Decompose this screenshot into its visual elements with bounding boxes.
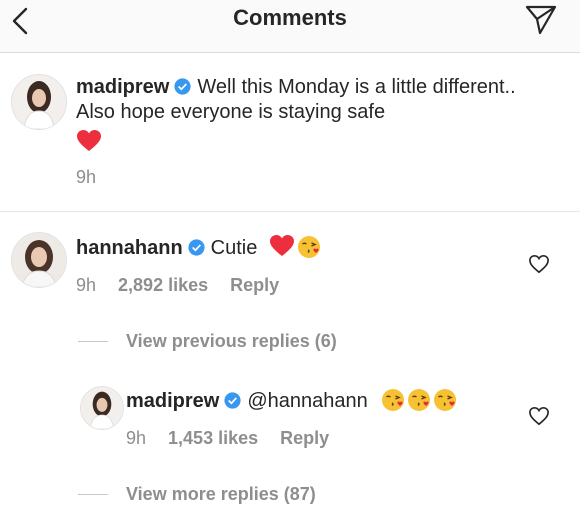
profile-photo-icon — [81, 387, 123, 429]
profile-photo-icon — [12, 233, 66, 287]
section-divider — [0, 211, 580, 212]
reply-time: 9h — [126, 428, 147, 448]
verified-badge-icon — [224, 392, 241, 409]
reply-text: madiprew @hannahann — [126, 388, 526, 414]
caption-text: madiprew Well this Monday is a little dif… — [76, 75, 556, 156]
caption-meta: 9h — [76, 166, 118, 188]
face-blowing-kiss-emoji-icon — [408, 389, 431, 411]
face-blowing-kiss-emoji-icon — [297, 236, 320, 258]
reply-meta: 9h 1,453 likes Reply — [126, 427, 351, 449]
reply-likes[interactable]: 1,453 likes — [168, 428, 258, 448]
caption-username[interactable]: madiprew — [76, 76, 169, 98]
caption-time: 9h — [76, 167, 97, 187]
profile-photo-icon — [12, 75, 66, 129]
heart-outline-icon[interactable] — [528, 254, 550, 274]
thread-line — [78, 341, 108, 342]
view-more-replies-button[interactable]: View more replies (87) — [126, 483, 316, 505]
red-heart-emoji-icon — [77, 130, 101, 151]
direct-send-icon[interactable] — [524, 2, 558, 36]
thread-line — [78, 494, 108, 495]
comment-text: hannahann Cutie — [76, 234, 496, 261]
red-heart-emoji-icon — [269, 235, 294, 256]
reply-body[interactable]: @hannahann — [247, 390, 367, 412]
reply-username[interactable]: madiprew — [126, 390, 219, 412]
face-blowing-kiss-emoji-icon — [382, 389, 405, 411]
comment-body: Cutie — [210, 237, 258, 259]
verified-badge-icon — [188, 239, 205, 256]
avatar[interactable] — [11, 232, 67, 288]
comment-likes[interactable]: 2,892 likes — [118, 275, 208, 295]
view-previous-replies-button[interactable]: View previous replies (6) — [126, 330, 337, 352]
heart-outline-icon[interactable] — [528, 406, 550, 426]
page-title: Comments — [233, 5, 347, 30]
comment-reply-button[interactable]: Reply — [230, 275, 279, 295]
avatar[interactable] — [11, 74, 67, 130]
avatar[interactable] — [80, 386, 124, 430]
comment-username[interactable]: hannahann — [76, 237, 183, 259]
face-blowing-kiss-emoji-icon — [434, 389, 457, 411]
comments-header: Comments — [0, 0, 580, 53]
comment-time: 9h — [76, 275, 97, 295]
comment-meta: 9h 2,892 likes Reply — [76, 274, 301, 296]
verified-badge-icon — [174, 78, 191, 95]
reply-reply-button[interactable]: Reply — [280, 428, 329, 448]
